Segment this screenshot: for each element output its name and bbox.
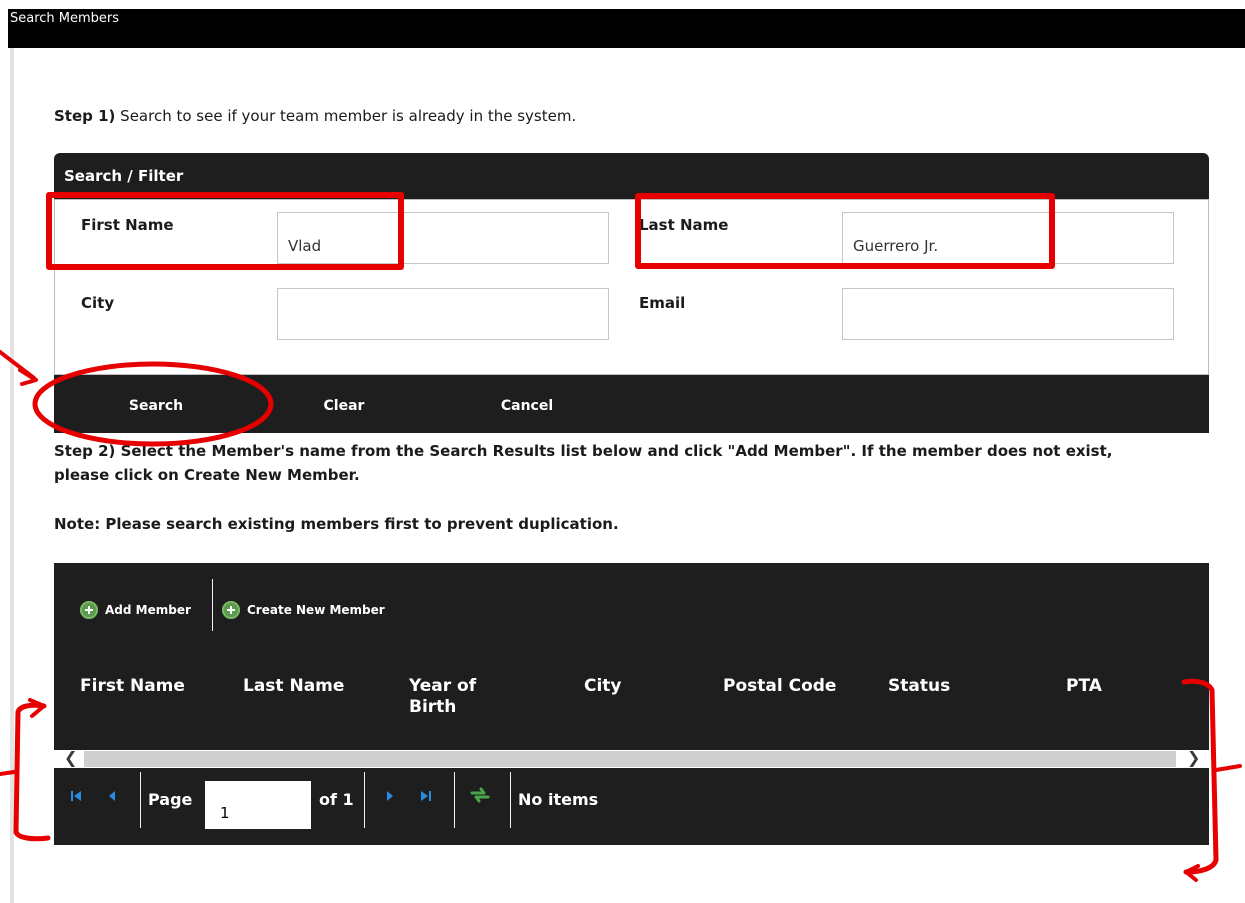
window-titlebar: Search Members (0, 0, 1245, 48)
column-header-status[interactable]: Status (888, 676, 950, 697)
search-actions-bar: Search Clear Cancel (54, 375, 1209, 433)
city-input[interactable] (277, 288, 609, 340)
annotation-left-bracket-arrow (28, 698, 46, 718)
column-header-city[interactable]: City (584, 676, 622, 697)
annotation-last-name-highlight (635, 193, 1055, 269)
grid-toolbar: Add Member Create New Member (54, 563, 1209, 653)
pager-divider (454, 772, 455, 828)
last-page-icon[interactable] (420, 790, 432, 802)
clear-button[interactable]: Clear (304, 375, 384, 433)
annotation-arrow-head-search (18, 368, 38, 386)
pager-status: No items (518, 790, 599, 809)
step1-label: Step 1) (54, 107, 116, 125)
pager-divider (510, 772, 511, 828)
plus-circle-icon (222, 601, 240, 619)
scroll-left-icon[interactable]: ❮ (64, 748, 77, 767)
create-new-member-button[interactable]: Create New Member (222, 599, 385, 621)
column-header-year-of-birth-line1: Year of (409, 676, 477, 696)
create-new-member-label: Create New Member (247, 603, 385, 617)
add-member-label: Add Member (105, 603, 191, 617)
search-button[interactable]: Search (94, 375, 218, 433)
left-border (10, 48, 14, 903)
email-input[interactable] (842, 288, 1174, 340)
page-number-input[interactable] (205, 781, 311, 829)
prev-page-icon[interactable] (106, 790, 118, 802)
column-header-first-name[interactable]: First Name (80, 676, 185, 697)
annotation-right-bracket-tip (1214, 764, 1242, 772)
annotation-right-bracket-arrow (1184, 864, 1200, 882)
city-label: City (81, 294, 115, 312)
annotation-left-bracket (13, 702, 51, 842)
column-header-pta[interactable]: PTA (1066, 676, 1102, 697)
duplication-note: Note: Please search existing members fir… (54, 515, 619, 533)
annotation-arrow-search (0, 350, 36, 380)
horizontal-scrollbar[interactable]: ❮ ❯ (54, 748, 1209, 768)
column-header-year-of-birth-line2: Birth (409, 697, 457, 717)
column-header-postal-code[interactable]: Postal Code (723, 676, 836, 697)
annotation-first-name-highlight (46, 192, 404, 270)
cancel-button[interactable]: Cancel (484, 375, 570, 433)
email-label: Email (639, 294, 686, 312)
step1-instructions: Step 1) Search to see if your team membe… (54, 107, 576, 125)
step2-instructions-line2: please click on Create New Member. (54, 466, 360, 484)
step2-instructions-line1: Step 2) Select the Member's name from th… (54, 442, 1113, 460)
first-page-icon[interactable] (70, 790, 82, 802)
column-header-last-name[interactable]: Last Name (243, 676, 344, 697)
step1-text: Search to see if your team member is alr… (115, 107, 577, 125)
pager-divider (140, 772, 141, 828)
page-label: Page (148, 790, 193, 809)
column-header-year-of-birth[interactable]: Year of Birth (409, 676, 476, 718)
search-results-grid: Add Member Create New Member First Name … (54, 563, 1209, 845)
scrollbar-thumb[interactable] (84, 751, 1176, 767)
toolbar-divider (212, 579, 213, 631)
scroll-right-icon[interactable]: ❯ (1187, 748, 1200, 767)
add-member-button[interactable]: Add Member (80, 599, 191, 621)
plus-circle-icon (80, 601, 98, 619)
pager-divider (364, 772, 365, 828)
next-page-icon[interactable] (384, 790, 396, 802)
refresh-icon[interactable] (470, 786, 490, 804)
page-total-label: of 1 (319, 790, 354, 809)
window-title: Search Members (8, 9, 1245, 48)
grid-pager: Page of 1 No items (54, 768, 1209, 830)
